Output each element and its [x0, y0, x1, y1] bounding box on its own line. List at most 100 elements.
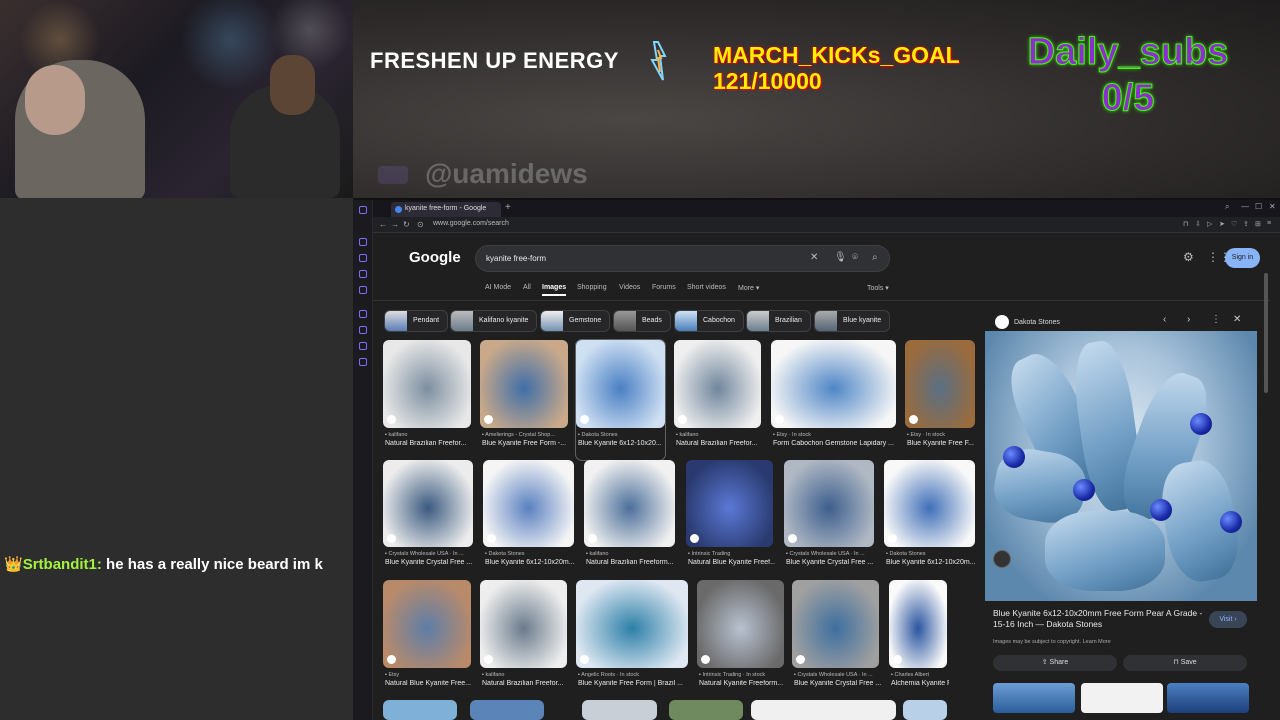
tab-forums[interactable]: Forums — [652, 284, 676, 291]
visit-button[interactable]: Visit › — [1209, 611, 1247, 628]
sidebar-bookmark-icon[interactable] — [359, 342, 367, 350]
save-button[interactable]: ⊓ Save — [1123, 655, 1247, 671]
image-result[interactable] — [582, 700, 657, 720]
download-icon[interactable]: ⇩ — [1195, 220, 1201, 228]
image-result[interactable]: ▪ Etsy · In stock Form Cabochon Gemstone … — [771, 340, 896, 460]
result-thumbnail[interactable] — [784, 460, 874, 547]
search-icon[interactable]: ⌕ — [872, 252, 878, 263]
search-input[interactable]: kyanite free-form — [486, 254, 546, 263]
result-title[interactable]: Blue Kyanite 6x12-10x20m... — [886, 559, 977, 566]
result-title[interactable]: Natural Brazilian Freefor... — [482, 680, 569, 687]
browser-tab[interactable]: kyanite free-form - Google — [391, 202, 501, 217]
image-result[interactable]: ▪ Etsy · In stock Blue Kyanite Free F... — [905, 340, 975, 460]
tab-videos[interactable]: Videos — [619, 284, 640, 291]
tools-button[interactable]: Tools ▾ — [867, 284, 889, 292]
sidebar-settings-icon[interactable] — [359, 358, 367, 366]
menu-icon[interactable]: ≡ — [1267, 220, 1271, 227]
image-result[interactable] — [751, 700, 896, 720]
sidebar-clock-icon[interactable] — [359, 326, 367, 334]
tab-images[interactable]: Images — [542, 284, 567, 296]
image-result[interactable]: ▪ Crystals Wholesale USA · In ... Blue Ky… — [383, 460, 473, 579]
image-result[interactable]: ▪ Dakota Stones Blue Kyanite 6x12-10x20m.… — [483, 460, 575, 579]
preview-image[interactable] — [985, 331, 1257, 601]
result-title[interactable]: Natural Kyanite Freeform... — [699, 680, 786, 687]
result-thumbnail[interactable] — [383, 460, 473, 547]
result-source[interactable]: ▪ Etsy · In stock — [773, 432, 898, 438]
result-title[interactable]: Natural Brazilian Freefor... — [385, 440, 473, 447]
result-title[interactable]: Blue Kyanite Free Form | Brazil ... — [578, 680, 690, 687]
related-image[interactable] — [1081, 683, 1163, 713]
image-result[interactable]: ▪ Dakota Stones Blue Kyanite 6x12-10x20..… — [575, 339, 667, 461]
back-icon[interactable]: ← — [379, 220, 387, 229]
tab-all[interactable]: All — [523, 284, 531, 291]
maximize-icon[interactable]: ☐ — [1255, 202, 1262, 211]
image-result[interactable]: ▪ Charles Albert Alchemia Kyanite Freefor… — [889, 580, 949, 700]
chip-gemstone[interactable]: Gemstone — [540, 310, 611, 332]
result-source[interactable]: ▪ Intrinsic Trading — [688, 551, 775, 557]
image-result[interactable]: ▪ Crystals Wholesale USA · In ... Blue Ky… — [792, 580, 881, 700]
minimize-icon[interactable]: — — [1241, 202, 1249, 211]
result-title[interactable]: Natural Blue Kyanite Freef... — [688, 559, 775, 566]
sign-in-button[interactable]: Sign in — [1225, 248, 1260, 268]
related-image[interactable] — [993, 683, 1075, 713]
lens-icon[interactable]: ⌾ — [852, 252, 858, 263]
result-source[interactable]: ▪ Angelic Roots · In stock — [578, 672, 690, 678]
sidebar-bag-icon[interactable] — [359, 254, 367, 262]
sidebar-refresh-icon[interactable] — [359, 238, 367, 246]
close-preview-icon[interactable]: ✕ — [1233, 314, 1241, 325]
chip-brazilian[interactable]: Brazilian — [746, 310, 811, 332]
result-source[interactable]: ▪ Etsy — [385, 672, 473, 678]
google-logo[interactable]: Google — [409, 249, 461, 266]
send-icon[interactable]: ➤ — [1219, 220, 1225, 228]
result-thumbnail[interactable] — [480, 340, 568, 428]
result-thumbnail[interactable] — [697, 580, 784, 668]
result-source[interactable]: ▪ Amelierings - Crystal Shop... — [482, 432, 570, 438]
result-title[interactable]: Blue Kyanite Free F... — [907, 440, 977, 447]
result-title[interactable]: Form Cabochon Gemstone Lapidary ... — [773, 440, 898, 447]
clear-icon[interactable]: ✕ — [810, 252, 818, 263]
next-image-icon[interactable]: › — [1187, 314, 1190, 325]
heart-icon[interactable]: ♡ — [1231, 220, 1237, 228]
search-box[interactable]: kyanite free-form ✕ 🎙 ⌾ ⌕ — [475, 245, 890, 272]
result-thumbnail[interactable] — [483, 460, 574, 547]
image-result[interactable]: ▪ Intrinsic Trading · In stock Natural Ky… — [697, 580, 784, 700]
settings-gear-icon[interactable]: ⚙ — [1183, 250, 1194, 264]
site-info-icon[interactable]: ⊙ — [417, 220, 424, 229]
play-icon[interactable]: ▷ — [1207, 220, 1212, 228]
share-button[interactable]: ⇪ Share — [993, 655, 1117, 671]
result-thumbnail[interactable] — [584, 460, 675, 547]
result-source[interactable]: ▪ Dakota Stones — [578, 432, 667, 438]
result-thumbnail[interactable] — [884, 460, 975, 547]
share-icon[interactable]: ⇪ — [1243, 220, 1249, 228]
extensions-icon[interactable]: ⊞ — [1255, 220, 1261, 228]
chip-kalifano[interactable]: Kalifano kyanite — [450, 310, 538, 332]
result-source[interactable]: ▪ kalifano — [676, 432, 763, 438]
result-thumbnail[interactable] — [686, 460, 773, 547]
lens-search-icon[interactable] — [993, 550, 1011, 568]
image-result[interactable]: ▪ Etsy Natural Blue Kyanite Free... — [383, 580, 471, 700]
bookmark-icon[interactable]: ⊓ — [1183, 220, 1188, 228]
image-result[interactable] — [470, 700, 544, 720]
sidebar-chat-icon[interactable] — [359, 270, 367, 278]
related-image[interactable] — [1167, 683, 1249, 713]
result-thumbnail[interactable] — [674, 340, 761, 428]
image-result[interactable]: ▪ kalifano Natural Brazilian Freefor... — [480, 580, 567, 700]
result-source[interactable]: ▪ Crystals Wholesale USA · In ... — [794, 672, 881, 678]
scrollbar[interactable] — [1264, 273, 1268, 393]
image-result[interactable]: ▪ Amelierings - Crystal Shop... Blue Kyan… — [480, 340, 568, 460]
tab-more[interactable]: More ▾ — [738, 284, 759, 292]
result-title[interactable]: Blue Kyanite Crystal Free ... — [385, 559, 475, 566]
reload-icon[interactable]: ↻ — [403, 220, 410, 229]
image-result[interactable]: ▪ kalifano Natural Brazilian Freefor... — [674, 340, 761, 460]
result-title[interactable]: Natural Blue Kyanite Free... — [385, 680, 473, 687]
image-result[interactable]: ▪ Intrinsic Trading Natural Blue Kyanite … — [686, 460, 775, 579]
url-field[interactable]: www.google.com/search — [433, 220, 509, 227]
result-source[interactable]: ▪ Dakota Stones — [886, 551, 977, 557]
tab-ai-mode[interactable]: AI Mode — [485, 284, 511, 291]
forward-icon[interactable]: → — [391, 220, 399, 229]
image-result[interactable]: ▪ kalifano Natural Brazilian Freeform... — [584, 460, 675, 579]
result-thumbnail[interactable] — [576, 340, 665, 428]
result-thumbnail[interactable] — [771, 340, 896, 428]
sidebar-mail-icon[interactable] — [359, 286, 367, 294]
image-result[interactable] — [669, 700, 743, 720]
